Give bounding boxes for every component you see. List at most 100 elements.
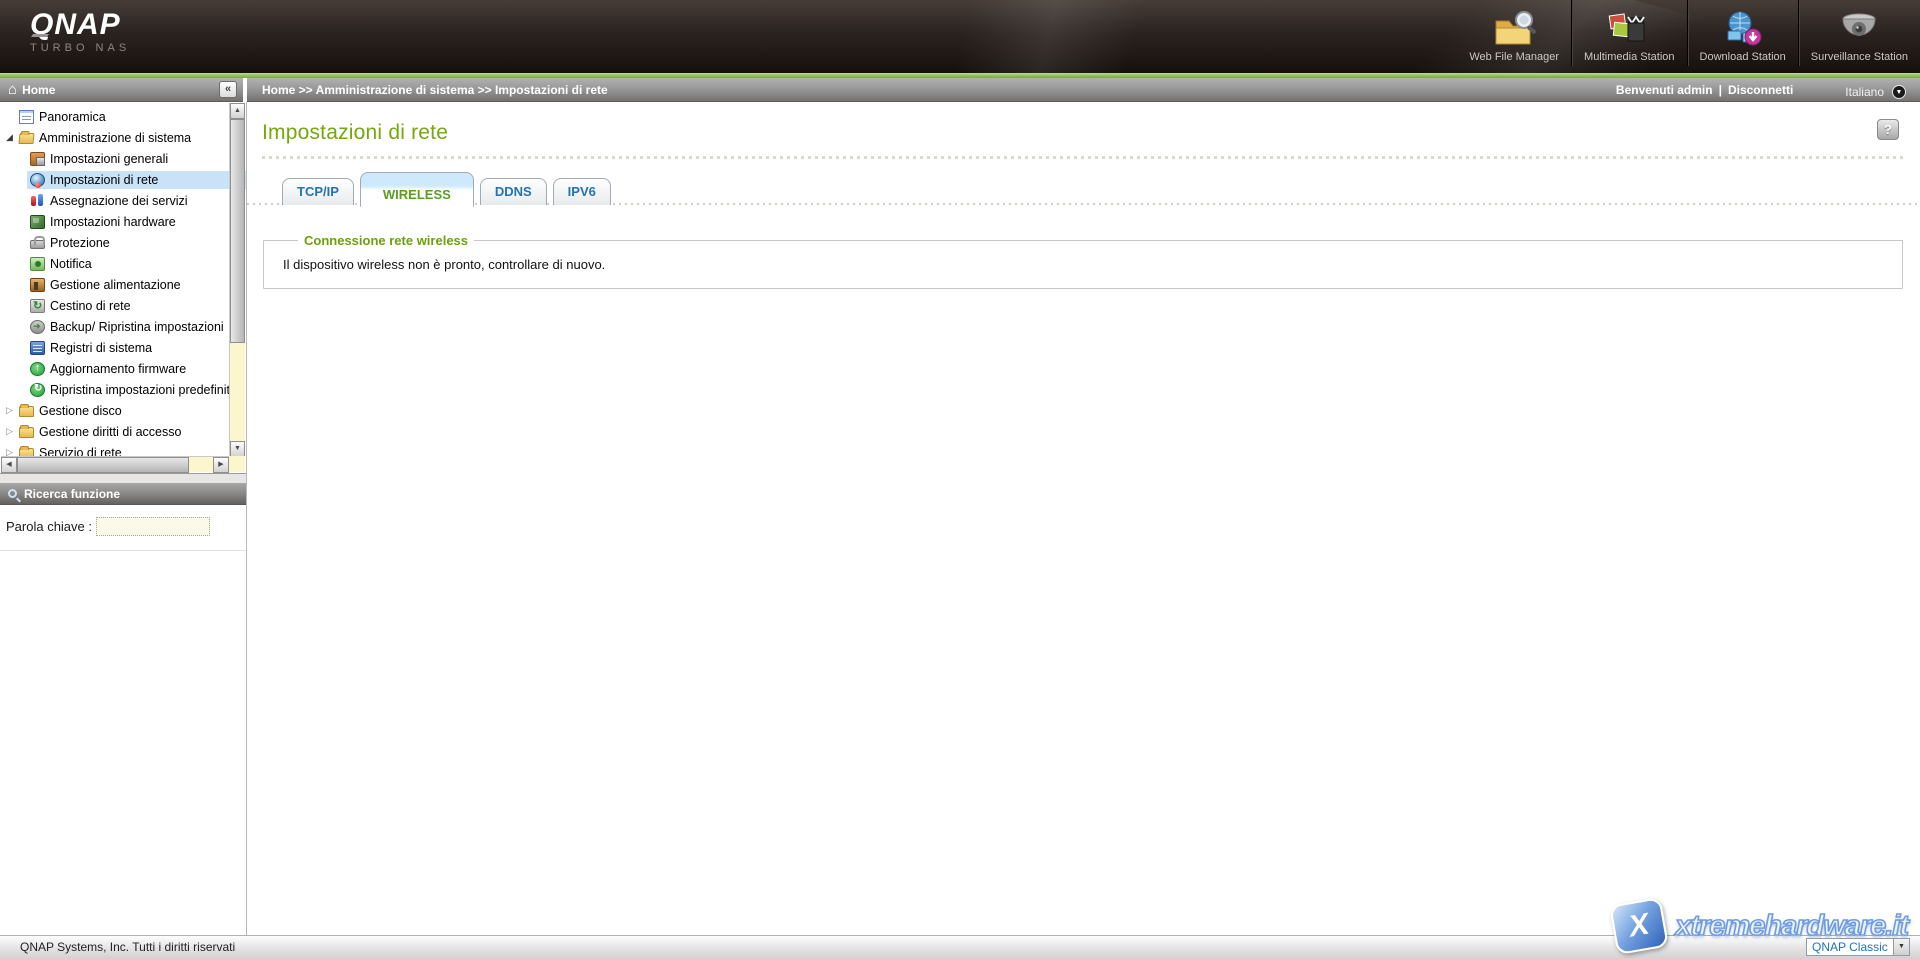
station-surveillance-station[interactable]: Surveillance Station [1797,0,1920,66]
app-header: QNAP TURBO NAS Web File Manager Multimedi… [0,0,1920,73]
tree-item-label: Amministrazione di sistema [39,130,192,145]
sidebar-collapse-button[interactable]: « [219,81,237,98]
tree-item-body[interactable]: Protezione [27,234,246,252]
folder-closed-icon [19,404,34,417]
theme-select[interactable]: QNAP Classic ▼ [1806,938,1910,956]
tree-collapsed-icon[interactable]: ▷ [3,426,16,437]
tree-item-body[interactable]: Backup/ Ripristina impostazioni [27,318,246,336]
scroll-right-button[interactable]: ▶ [213,457,229,473]
tree-item-assegnazione-dei-servizi[interactable]: Assegnazione dei servizi [0,190,246,211]
breadcrumb: Home >> Amministrazione di sistema >> Im… [262,82,608,97]
tab-ipv6[interactable]: IPV6 [552,178,611,205]
tree-item-body[interactable]: Assegnazione dei servizi [27,192,246,210]
tree-item-body[interactable]: Impostazioni generali [27,150,246,168]
protection-icon [30,235,45,249]
topbar: ⌂ Home « Home >> Amministrazione di sist… [0,78,1920,102]
theme-select-value: QNAP Classic [1812,940,1888,954]
tree-item-backup-ripristina-impostazioni[interactable]: Backup/ Ripristina impostazioni [0,316,246,337]
tree-item-body[interactable]: Registri di sistema [27,339,246,357]
station-label: Multimedia Station [1584,51,1675,63]
tree-item-protezione[interactable]: Protezione [0,232,246,253]
wireless-connection-groupbox: Connessione rete wireless Il dispositivo… [263,233,1903,289]
qnap-logo-text: QNAP [30,10,130,40]
tree-item-label: Protezione [50,235,110,250]
language-selector[interactable]: Italiano ▼ [1845,84,1906,99]
tree-item-aggiornamento-firmware[interactable]: Aggiornamento firmware [0,358,246,379]
tree-item-label: Impostazioni generali [50,151,169,166]
scroll-down-button[interactable]: ▼ [230,441,245,457]
logs-icon [30,340,45,355]
home-icon: ⌂ [8,81,18,98]
station-label: Download Station [1699,51,1786,63]
overview-icon [19,109,34,124]
tree-item-label: Aggiornamento firmware [50,361,187,376]
footer: QNAP Systems, Inc. Tutti i diritti riser… [0,896,1920,959]
tree-item-gestione-diritti-di-accesso[interactable]: ▷ Gestione diritti di accesso [0,421,246,442]
station-label: Surveillance Station [1810,51,1908,63]
sidebar-header: ⌂ Home « [0,78,243,102]
tree-item-label: Gestione diritti di accesso [39,424,182,439]
tree-item-body[interactable]: Impostazioni di rete [27,170,246,189]
station-multimedia-station[interactable]: Multimedia Station [1571,0,1687,66]
folder-open-icon [18,133,35,144]
tree-item-gestione-disco[interactable]: ▷ Gestione disco [0,400,246,421]
tree-item-body[interactable]: Notifica [27,255,246,273]
tree-item-ripristina-impostazioni-predefinite[interactable]: Ripristina impostazioni predefinite [0,379,246,400]
station-download-station[interactable]: Download Station [1686,0,1798,66]
tree-item-impostazioni-hardware[interactable]: Impostazioni hardware [0,211,246,232]
hardware-icon [30,214,45,229]
folder-closed-icon [19,425,34,438]
tree-item-body[interactable]: Gestione alimentazione [27,276,246,294]
scroll-up-button[interactable]: ▲ [230,103,245,119]
station-label: Web File Manager [1469,51,1560,63]
theme-select-dropdown-icon[interactable]: ▼ [1893,939,1909,955]
tree-expanded-icon[interactable]: ◢ [3,132,16,143]
tab-tcp-ip[interactable]: TCP/IP [282,178,354,205]
tree-item-body[interactable]: Gestione diritti di accesso [16,423,246,441]
tab-wireless[interactable]: WIRELESS [359,172,474,207]
services-icon [30,193,45,208]
tree-item-body[interactable]: Ripristina impostazioni predefinite [27,381,246,399]
tree-collapsed-icon[interactable]: ▷ [3,405,16,416]
search-icon [8,489,17,498]
language-dropdown-icon[interactable]: ▼ [1892,84,1906,99]
tree-item-label: Gestione disco [39,403,122,418]
station-web-file-manager[interactable]: Web File Manager [1457,0,1571,66]
keyword-input[interactable] [96,517,210,536]
surveillance-station-icon [1835,8,1883,50]
vertical-scroll-thumb[interactable] [230,119,245,343]
power-icon [30,277,45,292]
turbo-nas-subtitle: TURBO NAS [30,42,131,54]
tree-item-amministrazione-di-sistema[interactable]: ◢ Amministrazione di sistema [0,127,246,148]
tree-item-body[interactable]: Gestione disco [16,402,246,420]
logout-link[interactable]: Disconnetti [1728,83,1793,97]
scroll-left-button[interactable]: ◀ [1,457,17,473]
tree-item-impostazioni-generali[interactable]: Impostazioni generali [0,148,246,169]
tree-item-cestino-di-rete[interactable]: Cestino di rete [0,295,246,316]
tree-item-panoramica[interactable]: Panoramica [0,106,246,127]
tree-item-body[interactable]: Amministrazione di sistema [16,129,246,147]
restore-icon [30,382,45,397]
tree-horizontal-scrollbar[interactable]: ◀ ▶ [1,456,229,473]
tree-item-impostazioni-di-rete[interactable]: Impostazioni di rete [0,169,246,190]
tree-item-body[interactable]: Impostazioni hardware [27,213,246,231]
tree-item-notifica[interactable]: Notifica [0,253,246,274]
tab-ddns[interactable]: DDNS [479,178,547,205]
tree-item-label: Impostazioni di rete [50,172,159,187]
tree-vertical-scrollbar[interactable]: ▲ ▼ [229,103,245,457]
tree-item-gestione-alimentazione[interactable]: Gestione alimentazione [0,274,246,295]
page-title: Impostazioni di rete [262,121,449,144]
tree-item-body[interactable]: Cestino di rete [27,297,246,315]
help-button[interactable]: ? [1877,119,1899,140]
tree-item-label: Ripristina impostazioni predefinite [50,382,237,397]
user-separator: | [1718,82,1722,97]
notification-icon [30,256,45,271]
language-label: Italiano [1845,84,1884,99]
copyright-text: QNAP Systems, Inc. Tutti i diritti riser… [20,940,236,954]
tree-item-body[interactable]: Aggiornamento firmware [27,360,246,378]
tree-item-registri-di-sistema[interactable]: Registri di sistema [0,337,246,358]
horizontal-scroll-thumb[interactable] [17,457,189,473]
tree-item-body[interactable]: Panoramica [16,108,246,126]
recycle-icon [30,298,45,313]
tab-strip: TCP/IP WIRELESS DDNS IPV6 [247,168,1920,207]
